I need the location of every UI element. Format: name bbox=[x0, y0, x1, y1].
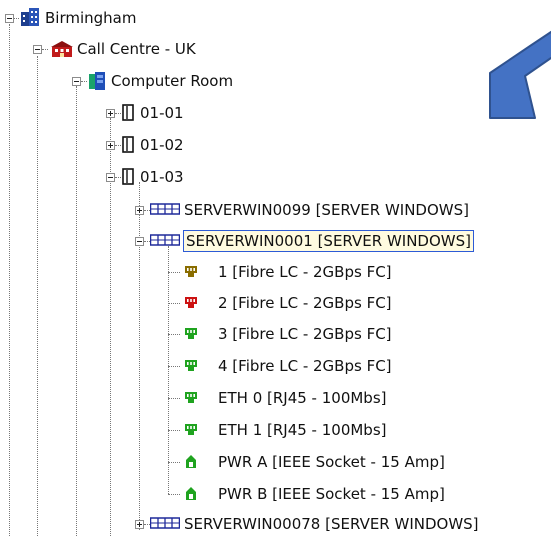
tree-guide bbox=[9, 24, 10, 536]
tree-connector bbox=[168, 366, 180, 367]
expand-toggle[interactable] bbox=[106, 109, 115, 118]
tree-node-label[interactable]: 01-02 bbox=[140, 135, 184, 155]
tree-node-label[interactable]: 01-03 bbox=[140, 167, 184, 187]
port-icon bbox=[185, 328, 197, 339]
tree-connector bbox=[168, 334, 180, 335]
tree-connector bbox=[115, 177, 121, 178]
red-building-icon bbox=[51, 41, 73, 57]
tree-connector bbox=[168, 272, 180, 273]
collapse-toggle[interactable] bbox=[106, 173, 115, 182]
collapse-toggle[interactable] bbox=[72, 77, 81, 86]
collapse-toggle[interactable] bbox=[5, 14, 14, 23]
tree-node-label[interactable]: Call Centre - UK bbox=[77, 39, 196, 59]
port-label[interactable]: ETH 1 [RJ45 - 100Mbs] bbox=[218, 420, 387, 440]
selected-tree-node-label[interactable]: SERVERWIN0001 [SERVER WINDOWS] bbox=[183, 230, 474, 252]
tree-connector bbox=[168, 462, 180, 463]
rack-icon bbox=[122, 136, 134, 153]
tree-node-label[interactable]: Birmingham bbox=[45, 8, 136, 28]
tree-guide bbox=[76, 86, 77, 536]
tree-node-label[interactable]: Computer Room bbox=[111, 71, 233, 91]
expand-toggle[interactable] bbox=[135, 206, 144, 215]
port-icon bbox=[185, 266, 197, 277]
collapse-toggle[interactable] bbox=[33, 45, 42, 54]
tree-guide bbox=[168, 246, 169, 494]
building-icon bbox=[21, 8, 39, 26]
tree-node-label[interactable]: SERVERWIN0099 [SERVER WINDOWS] bbox=[184, 200, 469, 220]
port-label[interactable]: PWR A [IEEE Socket - 15 Amp] bbox=[218, 452, 445, 472]
power-socket-icon bbox=[186, 487, 196, 500]
tree-connector bbox=[168, 398, 180, 399]
expand-toggle[interactable] bbox=[106, 141, 115, 150]
tree-node-label[interactable]: SERVERWIN00078 [SERVER WINDOWS] bbox=[184, 514, 479, 534]
tree-guide bbox=[139, 182, 140, 530]
port-label[interactable]: ETH 0 [RJ45 - 100Mbs] bbox=[218, 388, 387, 408]
expand-toggle[interactable] bbox=[135, 520, 144, 529]
power-socket-icon bbox=[186, 455, 196, 468]
tree-node-label[interactable]: 01-01 bbox=[140, 103, 184, 123]
arrow-pointer-icon bbox=[489, 30, 551, 119]
tree-guide bbox=[37, 56, 38, 536]
port-label[interactable]: 1 [Fibre LC - 2GBps FC] bbox=[218, 262, 392, 282]
collapse-toggle[interactable] bbox=[135, 237, 144, 246]
port-label[interactable]: 4 [Fibre LC - 2GBps FC] bbox=[218, 356, 392, 376]
tree-connector bbox=[115, 113, 121, 114]
server-icon bbox=[150, 234, 180, 246]
tree-connector bbox=[168, 303, 180, 304]
room-icon bbox=[89, 72, 105, 90]
tree-connector bbox=[168, 430, 180, 431]
server-icon bbox=[150, 203, 180, 215]
port-label[interactable]: 2 [Fibre LC - 2GBps FC] bbox=[218, 293, 392, 313]
rack-icon bbox=[122, 168, 134, 185]
tree-connector bbox=[168, 494, 180, 495]
rack-icon bbox=[122, 104, 134, 121]
port-label[interactable]: PWR B [IEEE Socket - 15 Amp] bbox=[218, 484, 445, 504]
port-icon bbox=[185, 297, 197, 308]
port-icon bbox=[185, 360, 197, 371]
tree-connector bbox=[81, 81, 87, 82]
tree-connector bbox=[115, 145, 121, 146]
tree-connector bbox=[42, 49, 48, 50]
port-icon bbox=[185, 392, 197, 403]
port-label[interactable]: 3 [Fibre LC - 2GBps FC] bbox=[218, 324, 392, 344]
port-icon bbox=[185, 424, 197, 435]
server-icon bbox=[150, 517, 180, 529]
